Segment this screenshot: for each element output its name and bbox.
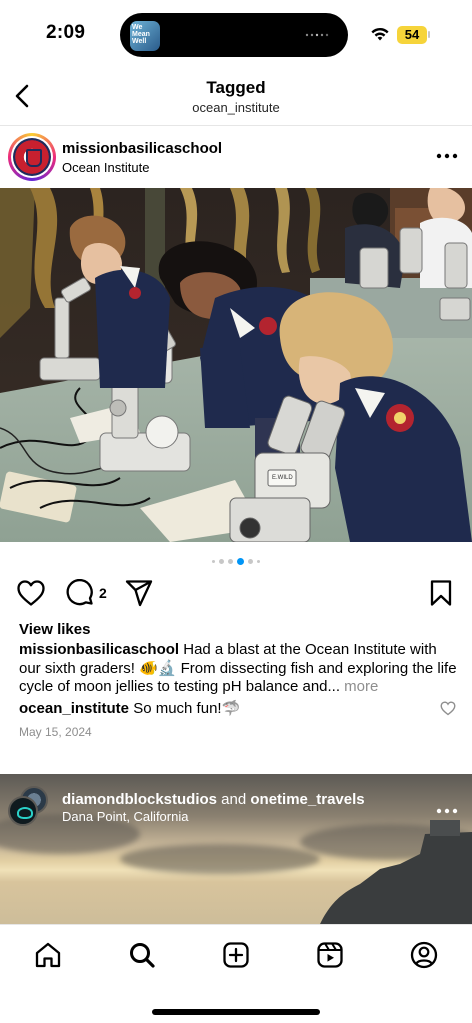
status-bar: 2:09 We Mean Well 54: [0, 0, 472, 70]
carousel-dot: [212, 559, 215, 563]
search-icon: [130, 943, 155, 968]
bookmark-icon[interactable]: [429, 579, 453, 607]
next-post-usernames: diamondblockstudios and onetime_travels: [62, 791, 365, 808]
caption-more-link[interactable]: more: [340, 678, 378, 695]
next-joiner: and: [217, 791, 251, 808]
top-comment: ocean_institute So much fun!🦈: [19, 699, 240, 717]
cliff-silhouette: [320, 820, 472, 924]
carousel-dot: [257, 559, 260, 563]
post-header: missionbasilicaschool Ocean Institute: [0, 127, 472, 187]
post-actions: 2: [0, 576, 472, 612]
post-image[interactable]: E.WILD: [0, 188, 472, 542]
home-icon: [35, 942, 61, 968]
heart-icon[interactable]: [16, 579, 46, 607]
reels-icon: [317, 942, 343, 968]
island-thumbnail: We Mean Well: [130, 21, 160, 51]
avatar: [8, 796, 38, 826]
carousel-dot-active: [237, 557, 244, 565]
battery-level: 54: [397, 26, 427, 44]
island-thumb-text: We Mean Well: [132, 24, 150, 45]
post-photo-illustration: E.WILD: [0, 188, 472, 542]
nav-home[interactable]: [32, 939, 64, 971]
comment-icon[interactable]: [65, 579, 95, 609]
profile-icon: [410, 941, 438, 969]
more-horizontal-icon[interactable]: [436, 149, 458, 163]
carousel-dot: [219, 558, 224, 564]
post-caption: missionbasilicaschool Had a blast at the…: [19, 641, 459, 697]
nav-reels[interactable]: [314, 939, 346, 971]
comment-heart-icon[interactable]: [440, 701, 456, 716]
wifi-icon: [371, 27, 389, 41]
create-icon: [223, 942, 249, 968]
status-time: 2:09: [46, 22, 86, 43]
page-title: Tagged: [206, 78, 266, 97]
battery-tip: [428, 31, 430, 38]
nav-create[interactable]: [220, 939, 252, 971]
next-post-preview[interactable]: diamondblockstudios and onetime_travels …: [0, 774, 472, 924]
nav-profile[interactable]: [408, 939, 440, 971]
next-username-a[interactable]: diamondblockstudios: [62, 791, 217, 808]
carousel-dot: [228, 558, 233, 564]
caption-username[interactable]: missionbasilicaschool: [19, 641, 179, 658]
avatar-story-ring[interactable]: [8, 133, 56, 181]
more-horizontal-icon[interactable]: [436, 804, 458, 818]
home-indicator[interactable]: [152, 1009, 320, 1015]
carousel-indicator: [0, 557, 472, 565]
avatar: [13, 138, 51, 176]
dynamic-island[interactable]: We Mean Well: [120, 13, 348, 57]
next-username-b[interactable]: onetime_travels: [250, 791, 364, 808]
comment-text: So much fun!🦈: [129, 700, 241, 717]
view-likes-link[interactable]: View likes: [19, 621, 90, 638]
post-username[interactable]: missionbasilicaschool: [62, 140, 222, 157]
post-date: May 15, 2024: [19, 725, 92, 739]
island-activity-icon: [305, 33, 329, 37]
top-header: Tagged ocean_institute: [0, 70, 472, 126]
next-post-location[interactable]: Dana Point, California: [62, 809, 188, 824]
next-post-avatars[interactable]: [8, 786, 50, 828]
comment-username[interactable]: ocean_institute: [19, 700, 129, 717]
svg-text:E.WILD: E.WILD: [272, 475, 293, 481]
carousel-dot: [248, 558, 253, 564]
bottom-nav: [0, 924, 472, 1023]
post-location[interactable]: Ocean Institute: [62, 160, 149, 175]
page-subtitle[interactable]: ocean_institute: [0, 100, 472, 115]
comment-count[interactable]: 2: [99, 585, 107, 601]
nav-search[interactable]: [126, 939, 158, 971]
paper-plane-icon[interactable]: [124, 579, 154, 607]
